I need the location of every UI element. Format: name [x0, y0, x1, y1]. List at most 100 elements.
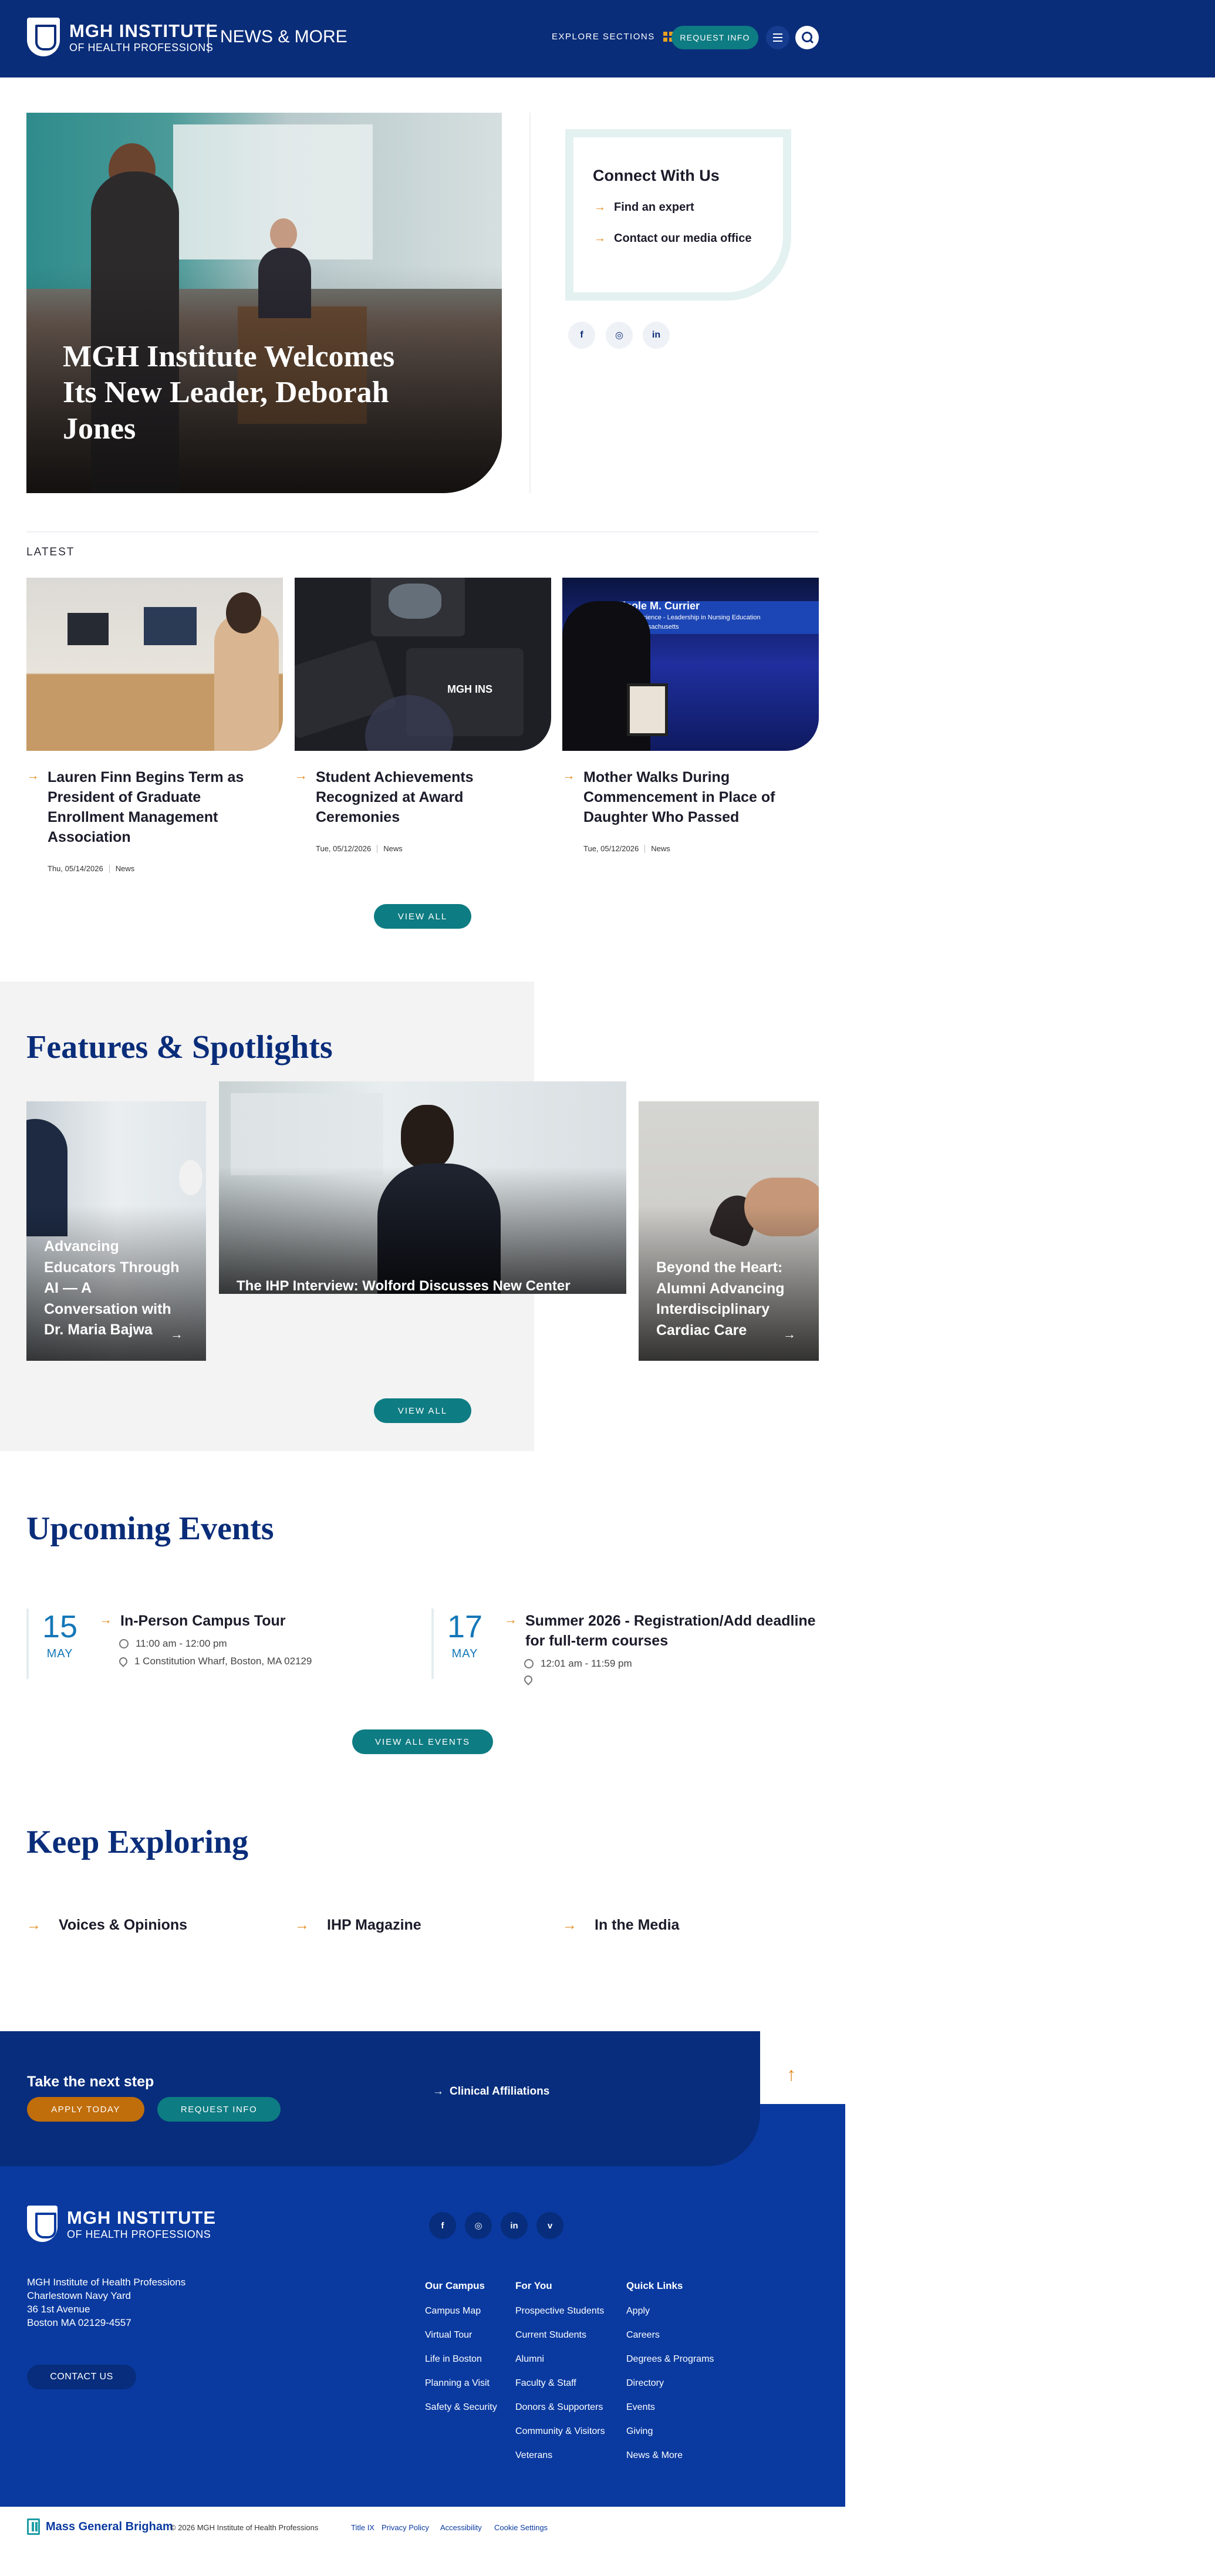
vimeo-icon[interactable]: v	[536, 2212, 563, 2239]
footer-link[interactable]: Community & Visitors	[515, 2426, 605, 2437]
cta-title: Take the next step	[27, 2073, 154, 2090]
explore-sections-label: EXPLORE SECTIONS	[552, 32, 655, 42]
footer-link[interactable]: News & More	[626, 2450, 683, 2461]
feature-card[interactable]: Advancing Educators Through AI — A Conve…	[26, 1101, 206, 1361]
linkedin-icon[interactable]: in	[501, 2212, 528, 2239]
contact-us-button[interactable]: CONTACT US	[27, 2365, 136, 2389]
bottom-bar	[0, 2507, 1215, 2576]
back-to-top-arrow-icon[interactable]: ↑	[787, 2064, 796, 2085]
event-day: 15	[42, 1609, 78, 1644]
arrow-right-icon: →	[295, 768, 308, 783]
mass-general-brigham-logo[interactable]: Mass General Brigham	[27, 2518, 173, 2535]
event-time: 11:00 am - 12:00 pm	[136, 1638, 227, 1649]
view-all-features-button[interactable]: VIEW ALL	[374, 1398, 471, 1423]
news-date: Thu, 05/14/2026	[48, 864, 103, 873]
footer-column-heading: For You	[515, 2280, 552, 2291]
clinical-affiliations-link[interactable]: → Clinical Affiliations	[433, 2085, 549, 2098]
search-button[interactable]	[795, 26, 819, 49]
request-info-button[interactable]: REQUEST INFO	[671, 26, 758, 49]
news-card[interactable]: MGH INS → Student Achievements Recognize…	[295, 578, 551, 853]
event-title: Summer 2026 - Registration/Add deadline …	[525, 1613, 816, 1649]
event-item[interactable]: 17 MAY → Summer 2026 - Registration/Add …	[431, 1609, 819, 1685]
shield-logo-icon	[27, 2206, 58, 2242]
event-location: 1 Constitution Wharf, Boston, MA 02129	[134, 1655, 312, 1667]
arrow-right-icon: →	[433, 2085, 444, 2098]
address-line: MGH Institute of Health Professions	[27, 2277, 186, 2288]
logo-line1: MGH INSTITUTE	[69, 20, 219, 41]
footer-link[interactable]: Prospective Students	[515, 2306, 604, 2317]
section-name-link[interactable]: NEWS & MORE	[220, 27, 347, 47]
explore-sections-button[interactable]: EXPLORE SECTIONS	[552, 32, 673, 42]
arrow-right-icon: →	[594, 201, 606, 214]
view-all-news-button[interactable]: VIEW ALL	[374, 904, 471, 929]
in-the-media-link[interactable]: → In the Media	[562, 1917, 679, 1934]
header-divider	[208, 23, 209, 53]
voices-opinions-link[interactable]: → Voices & Opinions	[26, 1917, 187, 1934]
arrow-right-icon: →	[504, 1612, 517, 1627]
keep-exploring-title: Keep Exploring	[26, 1824, 249, 1860]
clock-icon	[119, 1639, 129, 1648]
news-tag: News	[383, 844, 403, 853]
find-expert-link[interactable]: → Find an expert	[594, 201, 694, 214]
title-ix-link[interactable]: Title IX	[351, 2523, 374, 2532]
news-image	[26, 578, 283, 751]
shield-logo-icon	[27, 18, 60, 56]
footer-link[interactable]: Life in Boston	[425, 2354, 482, 2365]
site-logo[interactable]: MGH INSTITUTE OF HEALTH PROFESSIONS	[27, 18, 218, 56]
hero-title: MGH Institute Welcomes Its New Leader, D…	[63, 340, 395, 446]
footer-link[interactable]: Safety & Security	[425, 2402, 497, 2413]
menu-button[interactable]	[766, 26, 789, 49]
contact-media-office-link[interactable]: → Contact our media office	[594, 232, 751, 245]
arrow-right-icon: →	[783, 1327, 796, 1341]
news-tag: News	[115, 864, 135, 873]
request-info-footer-button[interactable]: REQUEST INFO	[157, 2097, 281, 2122]
connect-title: Connect With Us	[593, 167, 720, 184]
footer-link[interactable]: Apply	[626, 2306, 650, 2317]
feature-card[interactable]: The IHP Interview: Wolford Discusses New…	[219, 1081, 626, 1294]
feature-card[interactable]: Beyond the Heart: Alumni Advancing Inter…	[639, 1101, 819, 1361]
hero-feature-card[interactable]: MGH Institute Welcomes Its New Leader, D…	[26, 113, 502, 493]
news-card[interactable]: → Lauren Finn Begins Term as President o…	[26, 578, 283, 873]
linkedin-icon[interactable]: in	[643, 322, 670, 349]
cookie-settings-link[interactable]: Cookie Settings	[494, 2523, 548, 2532]
footer-link[interactable]: Careers	[626, 2330, 660, 2341]
footer-link[interactable]: Alumni	[515, 2354, 544, 2365]
news-tag: News	[651, 844, 670, 853]
footer-link[interactable]: Degrees & Programs	[626, 2354, 714, 2365]
news-title: Lauren Finn Begins Term as President of …	[48, 769, 244, 845]
apply-today-button[interactable]: APPLY TODAY	[27, 2097, 144, 2122]
footer-link[interactable]: Current Students	[515, 2330, 586, 2341]
footer-link[interactable]: Planning a Visit	[425, 2378, 490, 2389]
footer-link[interactable]: Directory	[626, 2378, 664, 2389]
accessibility-link[interactable]: Accessibility	[440, 2523, 482, 2532]
news-title: Mother Walks During Commencement in Plac…	[583, 769, 775, 825]
footer-link[interactable]: Giving	[626, 2426, 653, 2437]
arrow-right-icon: →	[562, 768, 575, 783]
address-line: Boston MA 02129-4557	[27, 2317, 131, 2328]
news-card[interactable]: Nicole M. Currier aster of Science - Lea…	[562, 578, 819, 853]
event-day: 17	[447, 1609, 483, 1644]
event-month: MAY	[46, 1647, 73, 1660]
news-image: Nicole M. Currier aster of Science - Lea…	[562, 578, 819, 751]
vertical-divider	[529, 113, 531, 493]
ihp-magazine-link[interactable]: → IHP Magazine	[295, 1917, 421, 1934]
instagram-icon[interactable]: ◎	[465, 2212, 492, 2239]
footer-link[interactable]: Veterans	[515, 2450, 552, 2461]
privacy-policy-link[interactable]: Privacy Policy	[382, 2523, 429, 2532]
connect-box	[565, 129, 791, 301]
event-item[interactable]: 15 MAY → In-Person Campus Tour 11:00 am …	[26, 1609, 408, 1679]
footer-link[interactable]: Faculty & Staff	[515, 2378, 576, 2389]
footer-link[interactable]: Donors & Supporters	[515, 2402, 603, 2413]
footer-link[interactable]: Campus Map	[425, 2306, 481, 2317]
footer-column-heading: Quick Links	[626, 2280, 683, 2291]
event-month: MAY	[451, 1647, 478, 1660]
footer-logo[interactable]: MGH INSTITUTE OF HEALTH PROFESSIONS	[27, 2206, 216, 2242]
view-all-events-button[interactable]: VIEW ALL EVENTS	[352, 1729, 493, 1754]
footer-link[interactable]: Virtual Tour	[425, 2330, 472, 2341]
clock-icon	[524, 1659, 534, 1668]
instagram-icon[interactable]: ◎	[606, 322, 633, 349]
footer-column-heading: Our Campus	[425, 2280, 485, 2291]
facebook-icon[interactable]: f	[568, 322, 595, 349]
footer-link[interactable]: Events	[626, 2402, 655, 2413]
facebook-icon[interactable]: f	[429, 2212, 456, 2239]
